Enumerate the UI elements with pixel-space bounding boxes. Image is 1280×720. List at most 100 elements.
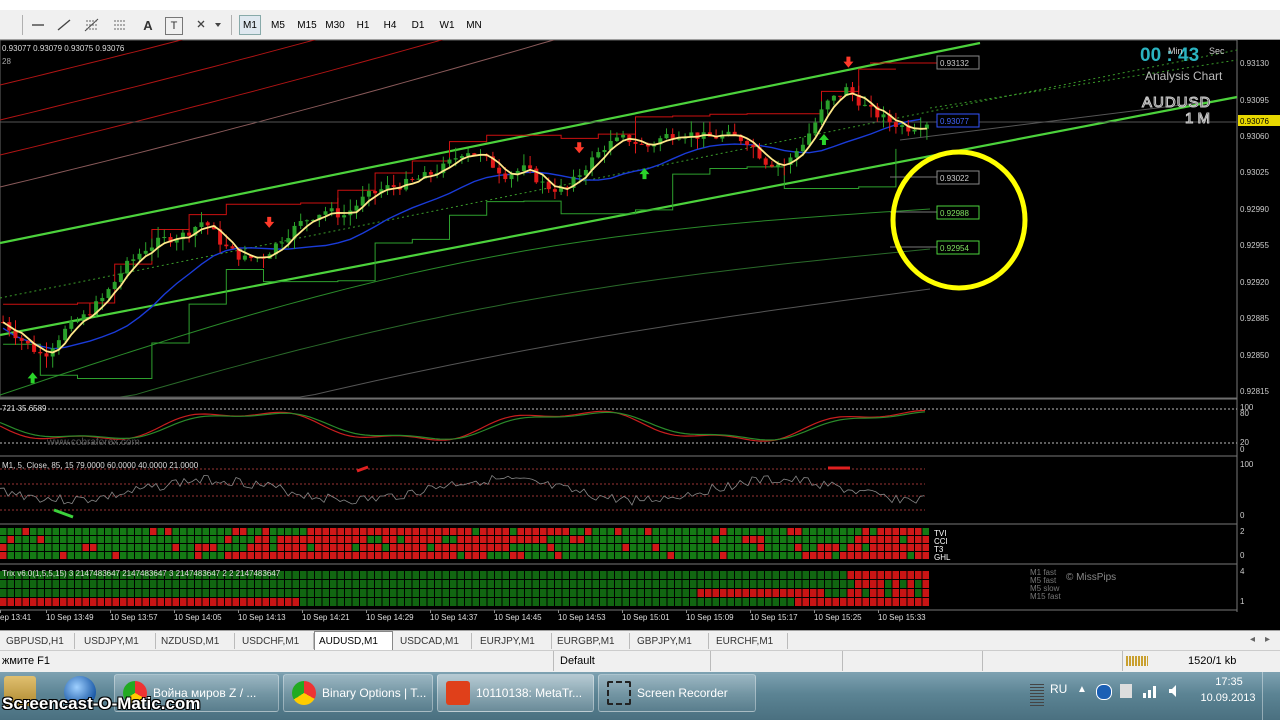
text-label-icon[interactable]: T <box>165 17 183 35</box>
trix-cell <box>892 589 899 597</box>
fibonacci-icon[interactable] <box>81 15 103 35</box>
arrows-icon[interactable] <box>195 15 223 35</box>
signal-cell <box>885 544 892 551</box>
signal-cell <box>292 544 299 551</box>
trix-cell <box>210 580 217 588</box>
signal-cell <box>697 528 704 535</box>
timeframe-m15[interactable]: M15 <box>294 15 320 35</box>
signal-cell <box>862 536 869 543</box>
signal-cell <box>247 552 254 559</box>
signal-cell <box>37 536 44 543</box>
timeframe-m5[interactable]: M5 <box>267 15 289 35</box>
signal-cell <box>135 552 142 559</box>
signal-cell <box>360 528 367 535</box>
signal-cell <box>300 536 307 543</box>
signal-cell <box>472 544 479 551</box>
trix-cell <box>67 589 74 597</box>
trix-cell <box>22 580 29 588</box>
line-trend-icon[interactable] <box>53 15 75 35</box>
taskbar-button-metatrader[interactable]: 10110138: MetaTr... <box>437 674 594 712</box>
trix-cell <box>660 580 667 588</box>
trix-cell <box>352 598 359 606</box>
trix-cell <box>742 580 749 588</box>
trix-cell <box>420 589 427 597</box>
tab-usdjpy-m1[interactable]: USDJPY,M1 <box>80 633 156 649</box>
taskbar-button-browser-2[interactable]: Binary Options | T... <box>283 674 433 712</box>
signal-cell <box>352 552 359 559</box>
tray-language[interactable]: RU <box>1050 682 1067 696</box>
tray-date[interactable]: 10.09.2013 <box>1198 692 1258 704</box>
tab-eurchf-m1[interactable]: EURCHF,M1 <box>712 633 788 649</box>
trix-cell <box>502 598 509 606</box>
time-axis-label: 10 Sep 13:57 <box>110 613 158 622</box>
taskbar-button-label: 10110138: MetaTr... <box>476 686 583 700</box>
price-axis-label: 0.92850 <box>1240 351 1269 360</box>
tab-usdcad-m1[interactable]: USDCAD,M1 <box>396 633 472 649</box>
signal-cell <box>690 552 697 559</box>
trix-cell <box>735 598 742 606</box>
trix-cell <box>577 571 584 579</box>
candle-body <box>577 175 582 177</box>
tray-app-icon[interactable] <box>1096 684 1112 700</box>
trix-cell <box>82 580 89 588</box>
chart-canvas[interactable]: 0.93132 0.93077 0.93022 0.92988 0.92954 … <box>0 40 1280 630</box>
trix-cell <box>532 571 539 579</box>
signal-cell <box>742 536 749 543</box>
timeframe-h1[interactable]: H1 <box>352 15 374 35</box>
timeframe-m30[interactable]: M30 <box>322 15 348 35</box>
timeframe-mn[interactable]: MN <box>462 15 486 35</box>
tray-time[interactable]: 17:35 <box>1208 676 1250 688</box>
time-axis-tick <box>302 610 303 613</box>
signal-cell <box>277 552 284 559</box>
tray-expand-icon[interactable]: ▲ <box>1077 684 1087 695</box>
timeframe-d1[interactable]: D1 <box>407 15 429 35</box>
trix-cell <box>525 580 532 588</box>
trix-cell <box>855 580 862 588</box>
show-desktop-button[interactable] <box>1262 672 1280 720</box>
tab-audusd-m1[interactable]: AUDUSD,M1 <box>314 631 393 650</box>
tray-device-icon[interactable] <box>1120 684 1132 698</box>
channel-icon[interactable] <box>109 15 131 35</box>
tab-scroll-left-icon[interactable]: ◂ <box>1250 634 1255 645</box>
trix-cell <box>877 571 884 579</box>
trix-cell <box>277 589 284 597</box>
signal-cell <box>525 544 532 551</box>
tab-nzdusd-m1[interactable]: NZDUSD,M1 <box>157 633 235 649</box>
tab-usdchf-m1[interactable]: USDCHF,M1 <box>238 633 314 649</box>
signal-cell <box>30 552 37 559</box>
signal-cell <box>127 552 134 559</box>
trix-cell <box>367 580 374 588</box>
trix-cell <box>757 598 764 606</box>
trix-axis-label: 1 <box>1240 597 1245 606</box>
signal-cell <box>187 552 194 559</box>
tab-eurjpy-m1[interactable]: EURJPY,M1 <box>476 633 552 649</box>
metatrader-icon <box>446 681 470 705</box>
trix-cell <box>322 589 329 597</box>
taskbar-button-recorder[interactable]: Screen Recorder <box>598 674 756 712</box>
tab-eurgbp-m1[interactable]: EURGBP,M1 <box>553 633 630 649</box>
trix-cell <box>300 589 307 597</box>
signal-cell <box>562 528 569 535</box>
chart-window[interactable]: 0.93132 0.93077 0.93022 0.92988 0.92954 … <box>0 40 1280 630</box>
trix-cell <box>322 571 329 579</box>
volume-icon[interactable] <box>1168 684 1182 698</box>
signal-cell <box>382 544 389 551</box>
network-icon[interactable] <box>1142 684 1158 698</box>
trix-cell <box>757 571 764 579</box>
tab-scroll-right-icon[interactable]: ▸ <box>1265 634 1270 645</box>
recording-watermark: Screencast-O-Matic.com <box>2 694 201 713</box>
trix-cell <box>750 589 757 597</box>
time-axis-label: ep 13:41 <box>0 613 32 622</box>
text-icon[interactable]: A <box>137 15 159 35</box>
line-horizontal-icon[interactable] <box>27 15 49 35</box>
tab-gbpjpy-m1[interactable]: GBPJPY,M1 <box>633 633 709 649</box>
trix-cell <box>457 598 464 606</box>
timeframe-m1[interactable]: M1 <box>239 15 261 35</box>
signal-cell <box>15 552 22 559</box>
tab-gbpusd-h1[interactable]: GBPUSD,H1 <box>2 633 75 649</box>
timeframe-h4[interactable]: H4 <box>379 15 401 35</box>
trix-cell <box>637 589 644 597</box>
timeframe-w1[interactable]: W1 <box>436 15 458 35</box>
time-axis-tick <box>366 610 367 613</box>
signal-cell <box>105 544 112 551</box>
